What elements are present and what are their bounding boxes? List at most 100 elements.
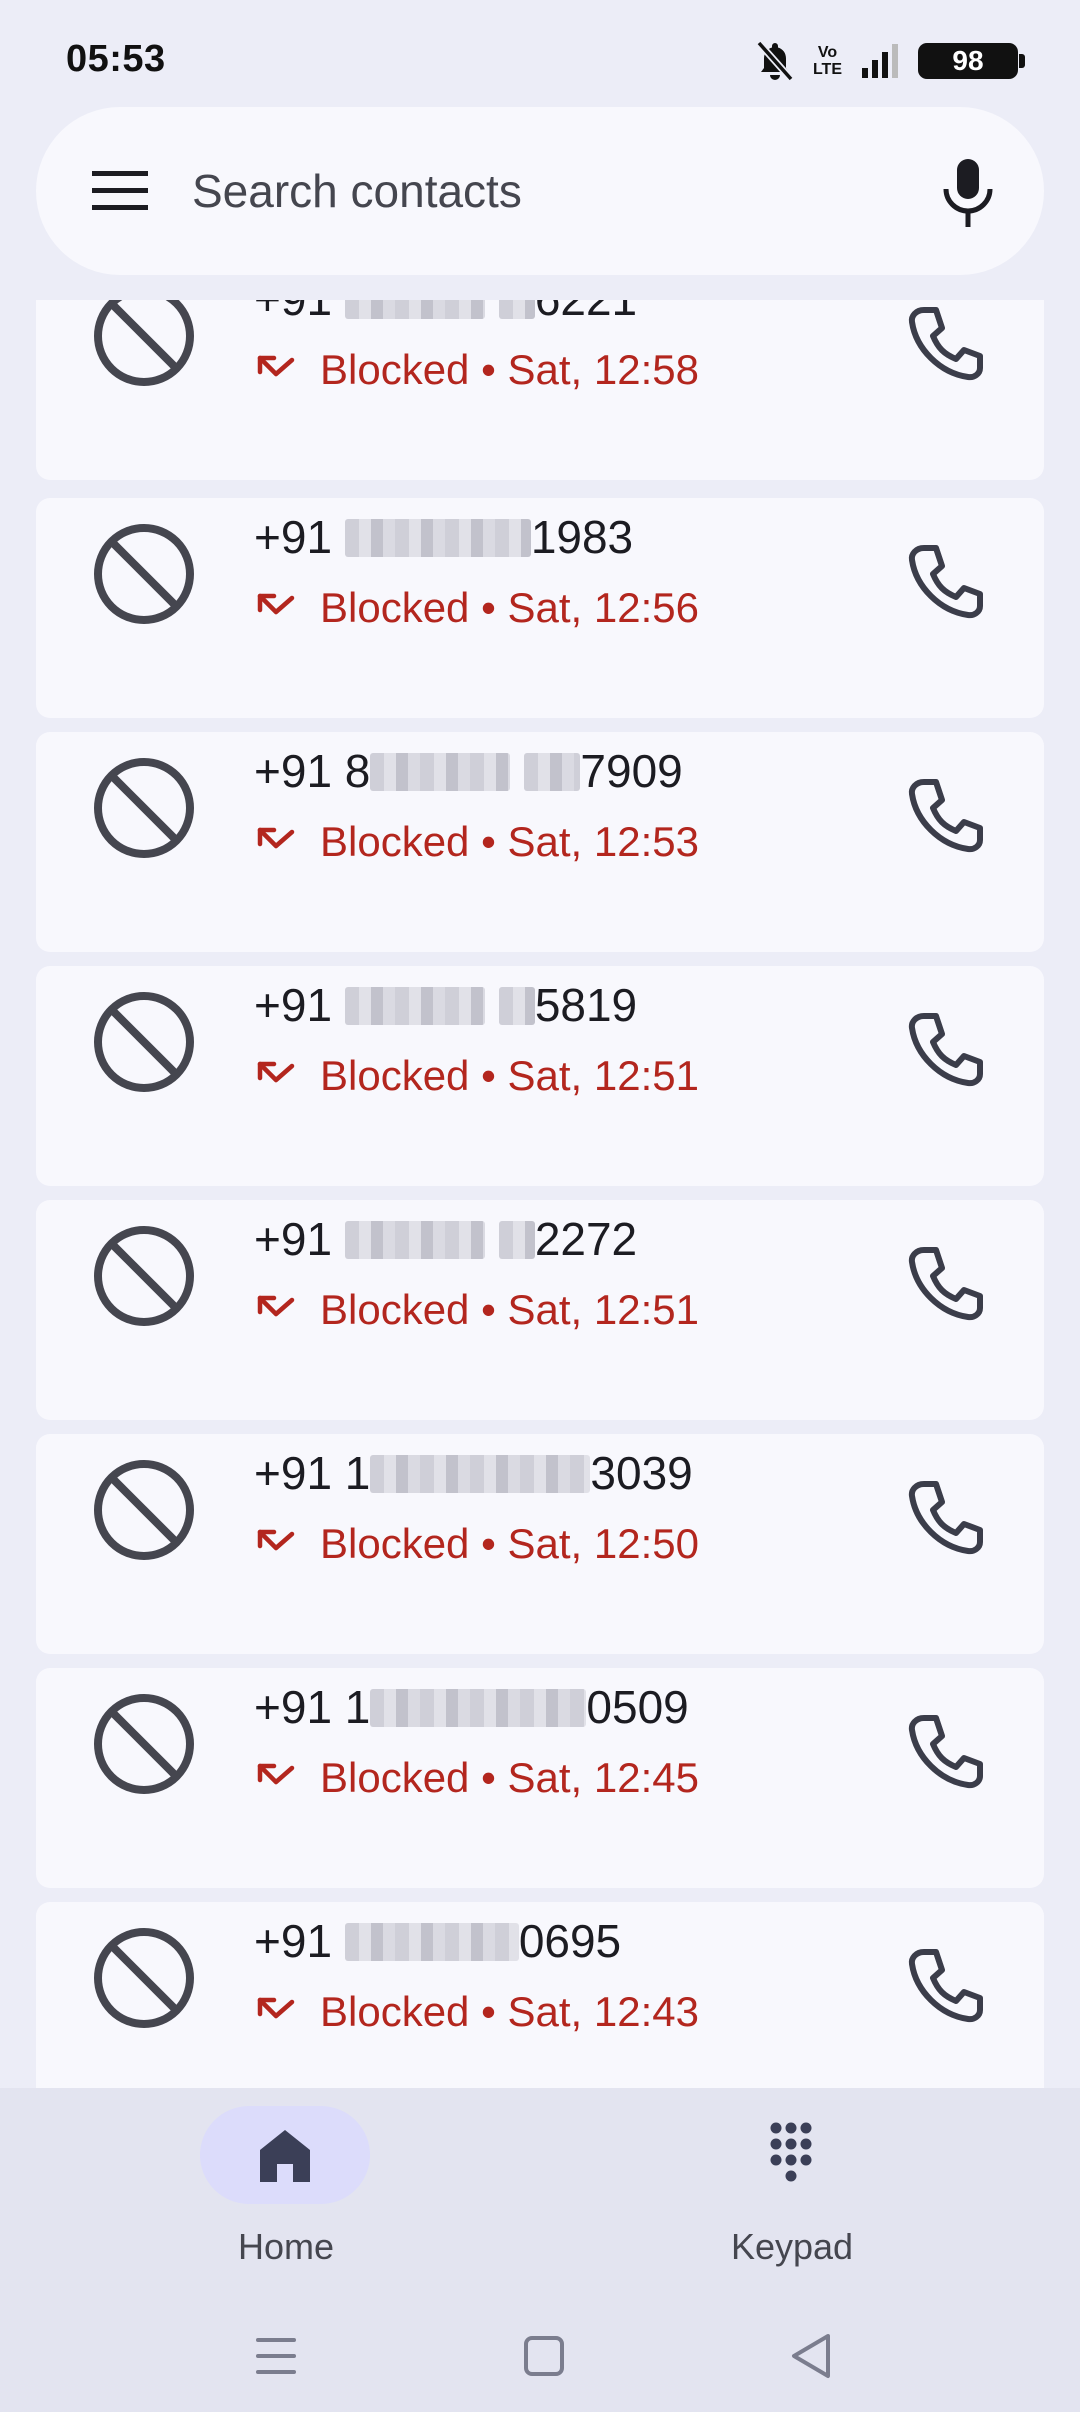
call-time: Sat, 12:51 [507,1286,699,1333]
missed-call-icon [257,1529,295,1551]
system-nav [0,2288,1080,2412]
blocked-avatar-icon [94,992,194,1092]
separator-dot: • [469,584,508,631]
call-log-item[interactable]: +91 1 0509 Blocked • Sat, 12:45 [36,1668,1044,1888]
call-status: Blocked • Sat, 12:43 [254,1988,699,2036]
call-button[interactable] [898,1472,988,1562]
status-icons: Vo LTE 98 [755,38,1025,84]
bell-off-icon [756,40,794,82]
search-bar[interactable] [36,107,1044,275]
phone-number: +91 6221 [254,300,637,326]
blocked-avatar-icon [94,1460,194,1560]
home-square-icon[interactable] [504,2316,584,2396]
call-button[interactable] [898,770,988,860]
separator-dot: • [469,1052,508,1099]
menu-icon[interactable] [92,171,148,211]
call-list[interactable]: +91 6221 Blocked • Sat, 12:58 +91 1983 Bloc… [36,300,1044,2088]
call-button[interactable] [898,1706,988,1796]
battery-icon: 98 [918,43,1025,79]
blocked-avatar-icon [94,524,194,624]
call-log-item[interactable]: +91 5819 Blocked • Sat, 12:51 [36,966,1044,1186]
status-bar: 05:53 Vo LTE 98 [0,0,1080,110]
call-button[interactable] [898,1004,988,1094]
missed-call-icon [257,1061,295,1083]
blocked-label: Blocked [320,1520,470,1567]
back-triangle-icon[interactable] [772,2316,852,2396]
missed-call-icon [257,593,295,615]
call-log-item[interactable]: +91 8 7909 Blocked • Sat, 12:53 [36,732,1044,952]
phone-number: +91 1 0509 [254,1681,689,1733]
redacted-digits [370,1689,587,1727]
status-time: 05:53 [66,38,166,80]
call-log-item[interactable]: +91 1 3039 Blocked • Sat, 12:50 [36,1434,1044,1654]
redacted-digits [344,1923,519,1961]
call-button[interactable] [898,536,988,626]
call-time: Sat, 12:51 [507,1052,699,1099]
blocked-label: Blocked [320,584,470,631]
redacted-digits [524,753,581,791]
nav-keypad-label: Keypad [730,2226,854,2267]
separator-dot: • [469,1988,508,2035]
call-log-item[interactable]: +91 1983 Blocked • Sat, 12:56 [36,498,1044,718]
missed-call-icon [257,827,295,849]
call-button[interactable] [898,300,988,388]
home-icon [260,2130,310,2182]
phone-number: +91 2272 [254,1213,638,1265]
blocked-avatar-icon [94,758,194,858]
missed-call-icon [257,355,295,377]
separator-dot: • [469,818,508,865]
call-button[interactable] [898,1238,988,1328]
redacted-digits [370,1455,591,1493]
separator-dot: • [469,1520,508,1567]
bottom-nav: Home Keypad [0,2088,1080,2288]
call-time: Sat, 12:58 [507,346,699,393]
call-status: Blocked • Sat, 12:51 [254,1052,699,1100]
missed-call-icon [257,1997,295,2019]
separator-dot: • [469,1754,508,1801]
missed-call-icon [257,1763,295,1785]
phone-number: +91 8 7909 [254,745,683,797]
redacted-digits [498,987,535,1025]
redacted-digits [370,753,511,791]
call-status: Blocked • Sat, 12:50 [254,1520,699,1568]
mic-icon[interactable] [938,157,998,229]
redacted-digits [498,300,535,319]
nav-keypad[interactable]: Keypad [672,2106,912,2267]
call-status: Blocked • Sat, 12:56 [254,584,699,632]
call-log-item[interactable]: +91 6221 Blocked • Sat, 12:58 [36,300,1044,480]
call-time: Sat, 12:43 [507,1988,699,2035]
call-status: Blocked • Sat, 12:45 [254,1754,699,1802]
blocked-label: Blocked [320,1052,470,1099]
phone-number: +91 1 3039 [254,1447,693,1499]
missed-call-icon [257,1295,295,1317]
blocked-label: Blocked [320,1286,470,1333]
separator-dot: • [469,346,508,393]
search-input[interactable] [192,159,892,223]
redacted-digits [498,1221,535,1259]
blocked-avatar-icon [94,1226,194,1326]
call-time: Sat, 12:50 [507,1520,699,1567]
separator-dot: • [469,1286,508,1333]
keypad-icon [770,2122,812,2182]
redacted-digits [344,300,485,319]
nav-home-label: Home [237,2226,335,2267]
call-status: Blocked • Sat, 12:53 [254,818,699,866]
blocked-label: Blocked [320,1754,470,1801]
volte-icon: Vo LTE [812,44,842,78]
call-log-item[interactable]: +91 2272 Blocked • Sat, 12:51 [36,1200,1044,1420]
blocked-avatar-icon [94,1928,194,2028]
phone-number: +91 1983 [254,511,634,563]
blocked-avatar-icon [94,1694,194,1794]
call-time: Sat, 12:56 [507,584,699,631]
call-log-item[interactable]: +91 0695 Blocked • Sat, 12:43 [36,1902,1044,2088]
signal-icon [862,44,898,78]
call-status: Blocked • Sat, 12:58 [254,346,699,394]
blocked-label: Blocked [320,1988,470,2035]
redacted-digits [344,987,485,1025]
redacted-digits [344,1221,485,1259]
recents-menu-icon[interactable] [236,2316,316,2396]
nav-home[interactable]: Home [166,2106,406,2267]
call-time: Sat, 12:45 [507,1754,699,1801]
blocked-label: Blocked [320,346,470,393]
call-button[interactable] [898,1940,988,2030]
